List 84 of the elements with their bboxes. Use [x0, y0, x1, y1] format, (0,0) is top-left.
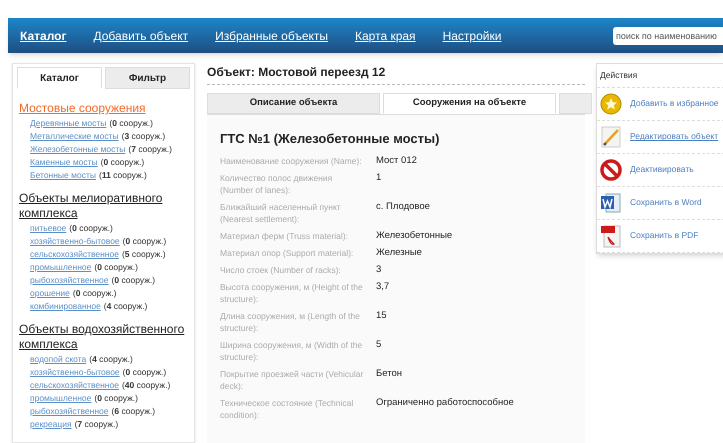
subcategory-link[interactable]: рыбохозяйственное — [30, 274, 109, 287]
structure-count: (0 сооруж.) — [100, 156, 144, 169]
subcategory-link[interactable]: сельскохозяйственное — [30, 379, 119, 392]
action-link[interactable]: Деактивировать — [630, 163, 694, 176]
subcategory-link[interactable]: сельскохозяйственное — [30, 248, 119, 261]
structure-count: (5 сооруж.) — [122, 248, 166, 261]
field-label: Количество полос движения (Number of lanes): — [220, 172, 334, 196]
subcategory-link[interactable]: хозяйственно-бытовое — [30, 366, 120, 379]
field-label: Техническое состояние (Technical condition): — [220, 396, 354, 420]
structure-count: (4 сооруж.) — [89, 353, 133, 366]
structure-count: (4 сооруж.) — [104, 300, 148, 313]
structure-count: (3 сооруж.) — [122, 130, 166, 143]
subcategory-link[interactable]: рекреация — [30, 418, 72, 431]
field-label: Длина сооружения, м (Length of the structure): — [220, 310, 361, 334]
structure-count: (7 сооруж.) — [74, 418, 118, 431]
structure-heading: ГТС №1 (Железобетонные мосты) — [220, 130, 440, 148]
field-label: Покрытие проезжей части (Vehicular deck): — [220, 368, 364, 392]
field-label: Число стоек (Number of racks): — [220, 264, 342, 276]
field-label: Ширина сооружения, м (Width of the structure): — [220, 338, 364, 362]
actions-title: Действия — [597, 64, 723, 88]
subcategory-link[interactable]: промышленное — [30, 392, 92, 405]
subcategory-link[interactable]: хозяйственно-бытовое — [30, 235, 120, 248]
word-document-icon — [600, 192, 622, 214]
field-value: 5 — [376, 338, 382, 352]
field-value: с. Плодовое — [376, 200, 430, 214]
subcategory-link[interactable]: Каменные мосты — [30, 156, 98, 169]
field-label: Наименование сооружения (Name): — [220, 154, 363, 166]
category-link[interactable]: Объекты мелиоративного комплекса — [19, 191, 190, 221]
subcategory-link[interactable]: Бетонные мосты — [30, 169, 96, 182]
object-tab[interactable]: Описание объекта — [207, 93, 380, 114]
sidebar-tab[interactable]: Фильтр — [105, 67, 190, 89]
subcategory-link[interactable]: питьевое — [30, 222, 66, 235]
subcategory-link[interactable]: орошение — [30, 287, 70, 300]
field-label: Ближайший населенный пункт (Nearest settlement): — [220, 200, 342, 224]
prohibited-icon — [600, 158, 622, 181]
structure-count: (7 сооруж.) — [128, 143, 172, 156]
object-tab[interactable] — [559, 93, 592, 114]
field-value: Железные — [376, 246, 422, 258]
action-link[interactable]: Сохранить в Word — [630, 196, 702, 210]
subcategory-link[interactable]: промышленное — [30, 261, 92, 274]
pencil-icon — [600, 126, 622, 148]
field-value: Мост 012 — [376, 154, 417, 166]
structure-count: (0 сооруж.) — [94, 261, 138, 274]
structure-count: (0 сооруж.) — [72, 287, 117, 300]
structure-count: (6 сооруж.) — [112, 405, 156, 418]
structure-count: (0 сооруж.) — [112, 274, 156, 287]
category-link[interactable]: Объекты водохозяйственного комплекса — [19, 322, 190, 352]
field-value: 15 — [376, 310, 387, 322]
nav-link[interactable]: Избранные объекты — [215, 26, 328, 44]
action-link[interactable]: Редактировать объект — [630, 130, 718, 144]
structure-count: (40 сооруж.) — [122, 379, 170, 392]
nav-link[interactable]: Карта края — [355, 26, 416, 44]
subcategory-link[interactable]: комбинированное — [30, 300, 101, 313]
subcategory-link[interactable]: Металлические мосты — [30, 130, 119, 143]
field-value: Железобетонные — [376, 230, 452, 242]
structure-count: (0 сооруж.) — [69, 222, 113, 235]
action-link[interactable]: Сохранить в PDF — [630, 229, 698, 242]
field-value: 3,7 — [376, 280, 390, 294]
subcategory-link[interactable]: рыбохозяйственное — [30, 405, 109, 418]
structure-count: (0 сооруж.) — [109, 117, 153, 130]
pdf-document-icon — [600, 224, 622, 248]
object-title: Объект: Мостовой переезд 12 — [207, 63, 585, 85]
field-value: 1 — [376, 172, 382, 184]
field-label: Материал опор (Support material): — [220, 246, 354, 258]
structure-count: (11 сооруж.) — [98, 169, 147, 182]
category-link[interactable]: Мостовые сооружения — [19, 101, 190, 116]
subcategory-link[interactable]: Деревянные мосты — [30, 117, 106, 130]
field-label: Высота сооружения, м (Height of the structure): — [220, 280, 364, 304]
subcategory-link[interactable]: водопой скота — [30, 353, 86, 366]
structure-count: (0 сооруж.) — [122, 366, 166, 379]
field-value: 3 — [376, 264, 382, 276]
nav-link[interactable]: Добавить объект — [94, 26, 188, 44]
structure-count: (0 сооруж.) — [122, 235, 166, 248]
sidebar-tab[interactable]: Каталог — [17, 67, 102, 89]
field-value: Бетон — [376, 368, 402, 380]
object-tab[interactable]: Сооружения на объекте — [383, 93, 556, 114]
search-field[interactable]: поиск по наименованию — [613, 26, 723, 44]
field-label: Материал ферм (Truss material): — [220, 230, 349, 242]
nav-link[interactable]: Настройки — [442, 26, 502, 44]
field-value: Ограниченно работоспособное — [376, 396, 514, 410]
subcategory-link[interactable]: Железобетонные мосты — [30, 143, 126, 156]
action-link[interactable]: Добавить в избранное — [630, 97, 719, 110]
structure-count: (0 сооруж.) — [94, 392, 138, 405]
nav-link[interactable]: Каталог — [20, 26, 66, 44]
